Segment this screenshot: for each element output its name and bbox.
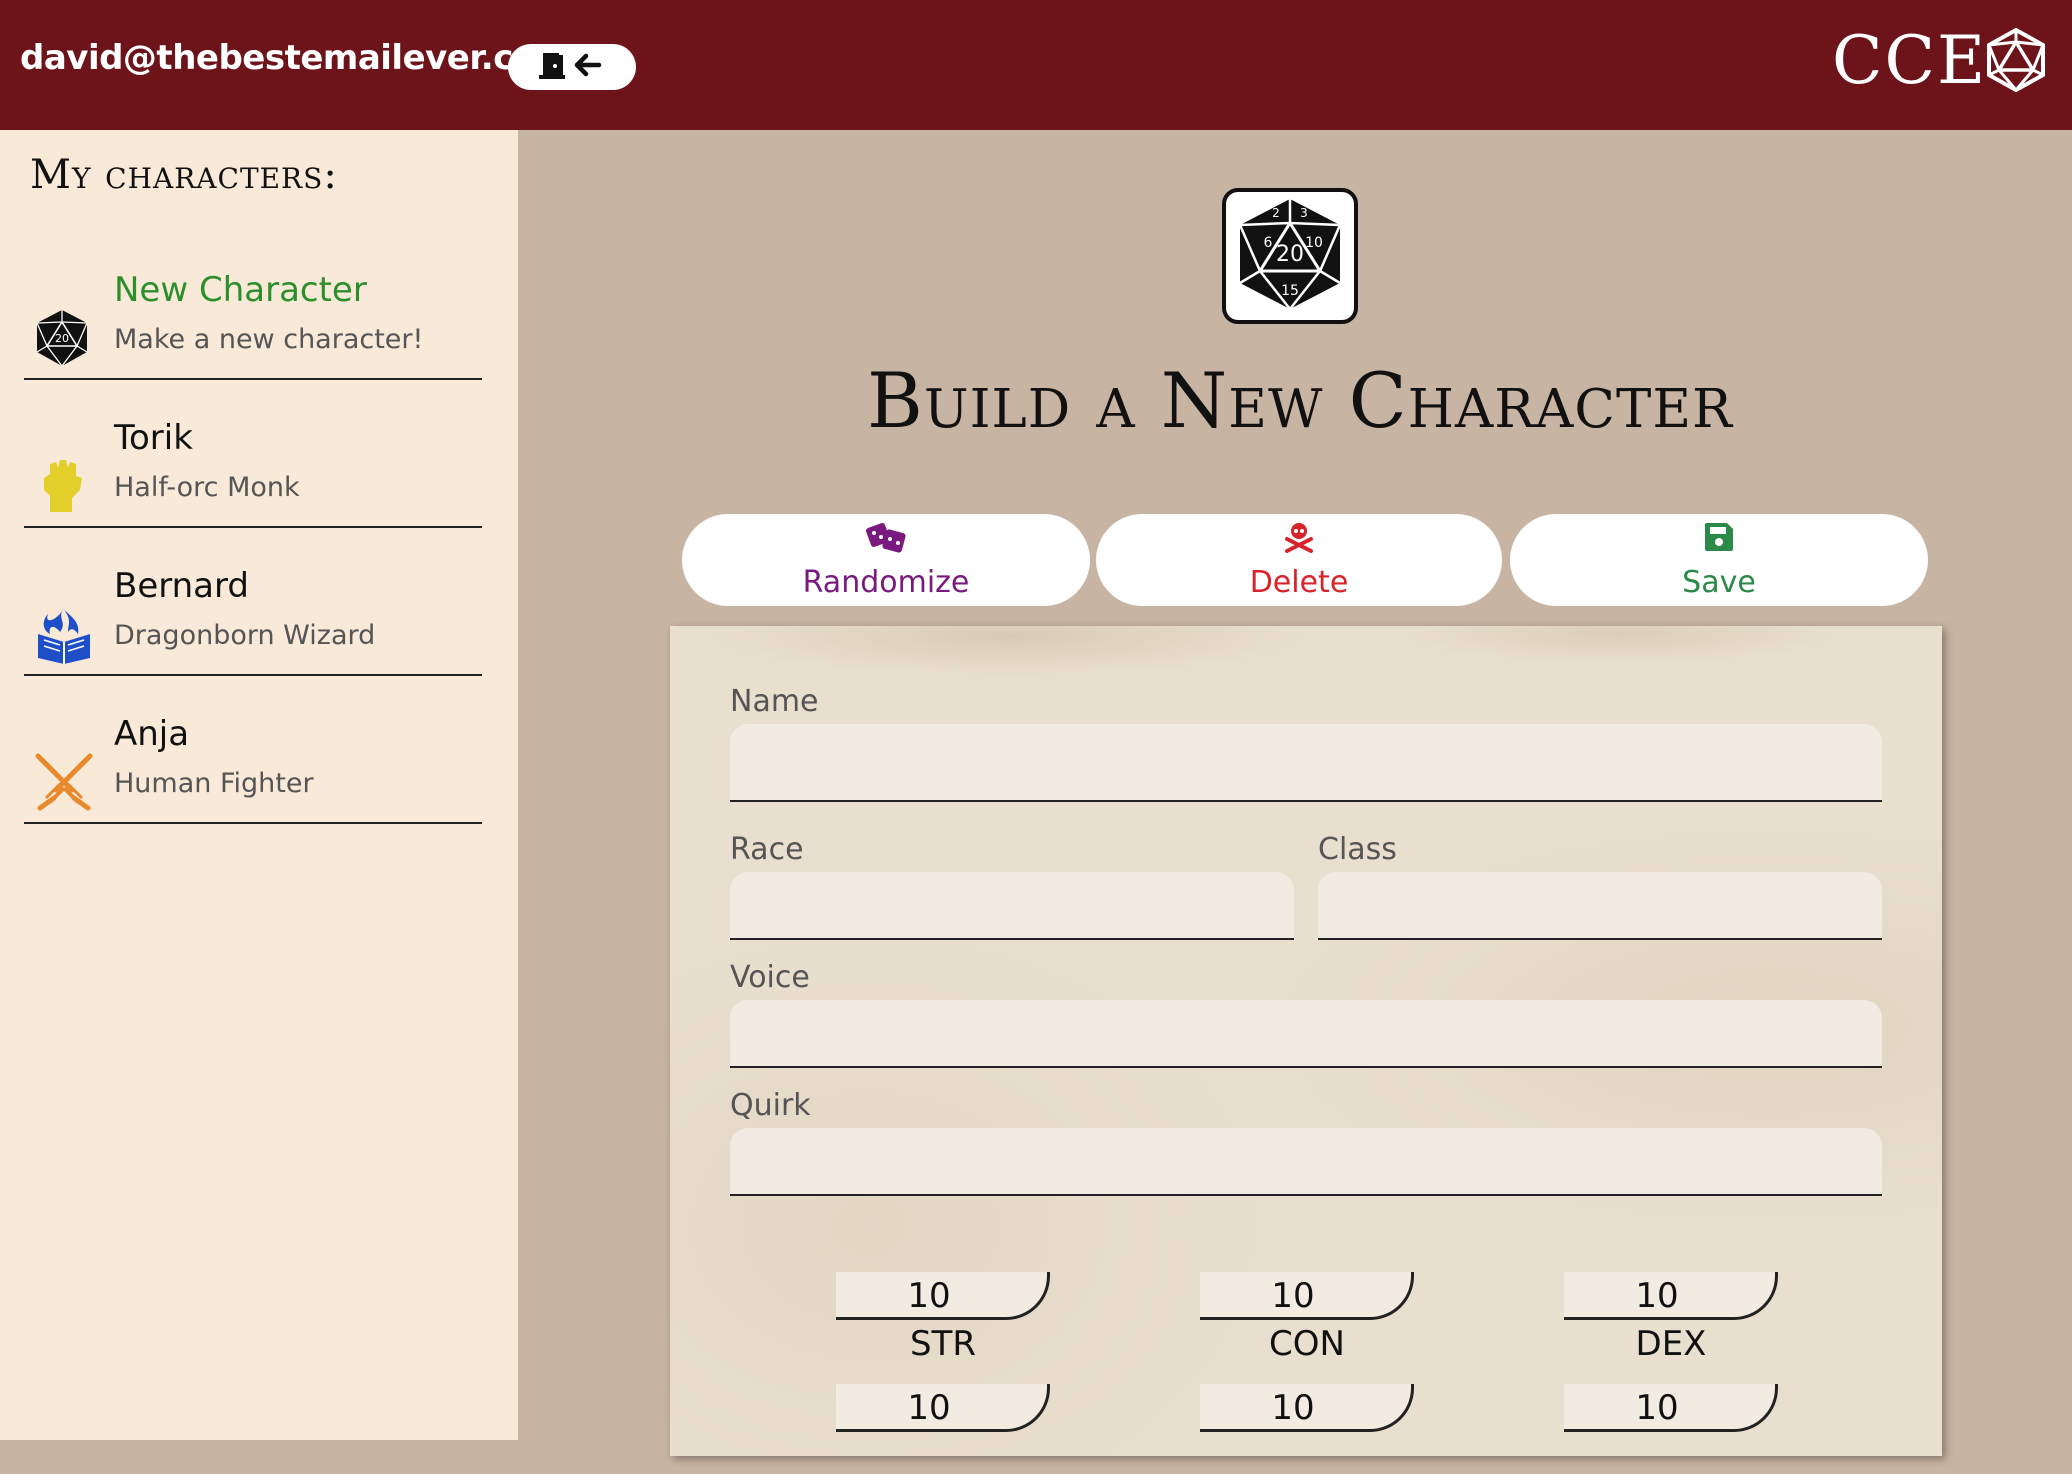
svg-text:3: 3 bbox=[1300, 206, 1308, 220]
brand-logo-text: CCE bbox=[1832, 22, 1988, 99]
sidebar-item-name: Bernard bbox=[114, 566, 249, 606]
stat-label: CON bbox=[1269, 1324, 1345, 1364]
sidebar-item-desc: Human Fighter bbox=[114, 768, 314, 799]
quirk-label: Quirk bbox=[730, 1088, 811, 1123]
stat-value[interactable]: 10 bbox=[836, 1276, 1022, 1316]
save-label: Save bbox=[1682, 564, 1756, 600]
character-form: Name Race Class Voice Quirk 10 STR 10 CO… bbox=[670, 626, 1942, 1456]
floppy-disk-icon bbox=[1703, 521, 1735, 561]
stat-dex[interactable]: 10 DEX bbox=[1564, 1272, 1782, 1364]
logout-door-arrow-icon bbox=[537, 49, 607, 85]
sidebar-item-desc: Half-orc Monk bbox=[114, 472, 300, 503]
voice-input[interactable] bbox=[730, 1000, 1882, 1068]
skull-crossbones-icon bbox=[1283, 521, 1315, 561]
sidebar-item-bernard[interactable]: Bernard Dragonborn Wizard bbox=[24, 560, 482, 676]
d20-logo: 20 15 6 10 2 3 bbox=[1222, 188, 1358, 324]
svg-text:20: 20 bbox=[1276, 242, 1304, 267]
top-bar: david@thebestemailever.com CCE bbox=[0, 0, 2072, 130]
class-label: Class bbox=[1318, 832, 1397, 867]
sidebar-item-name: New Character bbox=[114, 270, 367, 310]
crossed-swords-icon bbox=[34, 752, 93, 811]
voice-label: Voice bbox=[730, 960, 810, 995]
stat-label: STR bbox=[910, 1324, 976, 1364]
stat-con[interactable]: 10 CON bbox=[1200, 1272, 1418, 1364]
stat-row2-3[interactable]: 10 bbox=[1564, 1384, 1782, 1474]
d20-icon: 20 15 6 10 2 3 bbox=[1234, 195, 1346, 317]
page-title: Build a New Character bbox=[867, 356, 1733, 445]
dice-icon bbox=[864, 521, 908, 561]
spellbook-icon bbox=[34, 604, 90, 664]
d20-icon bbox=[1985, 27, 2047, 96]
svg-text:10: 10 bbox=[1305, 235, 1323, 251]
character-sidebar: My characters: 20 New Character Make a n… bbox=[0, 130, 518, 1440]
stat-row2-1[interactable]: 10 bbox=[836, 1384, 1054, 1474]
delete-label: Delete bbox=[1249, 564, 1349, 600]
sidebar-item-anja[interactable]: Anja Human Fighter bbox=[24, 708, 482, 824]
class-input[interactable] bbox=[1318, 872, 1882, 940]
name-label: Name bbox=[730, 684, 819, 719]
stat-label: DEX bbox=[1635, 1324, 1707, 1364]
svg-text:6: 6 bbox=[1264, 235, 1273, 251]
sidebar-item-name: Anja bbox=[114, 714, 190, 754]
sidebar-item-torik[interactable]: Torik Half-orc Monk bbox=[24, 412, 482, 528]
fist-icon bbox=[34, 456, 90, 512]
name-input[interactable] bbox=[730, 724, 1882, 802]
randomize-label: Randomize bbox=[802, 564, 970, 600]
quirk-input[interactable] bbox=[730, 1128, 1882, 1196]
stat-row2-2[interactable]: 10 bbox=[1200, 1384, 1418, 1474]
stat-value[interactable]: 10 bbox=[1200, 1276, 1386, 1316]
stat-value[interactable]: 10 bbox=[1564, 1388, 1750, 1428]
svg-text:2: 2 bbox=[1272, 206, 1280, 220]
d20-icon: 20 bbox=[34, 308, 90, 367]
sidebar-item-new-character[interactable]: 20 New Character Make a new character! bbox=[24, 264, 482, 380]
stat-str[interactable]: 10 STR bbox=[836, 1272, 1054, 1364]
svg-text:15: 15 bbox=[1281, 283, 1299, 299]
save-button[interactable]: Save bbox=[1510, 514, 1928, 606]
sidebar-title: My characters: bbox=[30, 152, 338, 198]
randomize-button[interactable]: Randomize bbox=[682, 514, 1090, 606]
sidebar-item-desc: Make a new character! bbox=[114, 324, 424, 355]
stat-value[interactable]: 10 bbox=[1564, 1276, 1750, 1316]
stat-value[interactable]: 10 bbox=[836, 1388, 1022, 1428]
sidebar-item-desc: Dragonborn Wizard bbox=[114, 620, 376, 651]
sidebar-item-name: Torik bbox=[114, 418, 193, 458]
stat-value[interactable]: 10 bbox=[1200, 1388, 1386, 1428]
race-label: Race bbox=[730, 832, 804, 867]
race-input[interactable] bbox=[730, 872, 1294, 940]
svg-text:20: 20 bbox=[55, 332, 69, 345]
user-email: david@thebestemailever.com bbox=[20, 38, 571, 78]
logout-button[interactable] bbox=[508, 44, 636, 90]
delete-button[interactable]: Delete bbox=[1096, 514, 1502, 606]
